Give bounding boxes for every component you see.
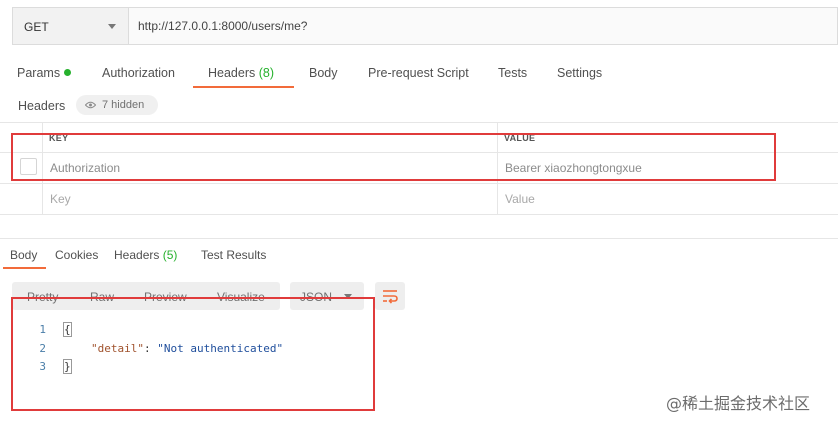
params-status-dot-icon <box>64 69 72 76</box>
wrap-lines-button[interactable] <box>375 282 405 310</box>
tab-headers-count: (8) <box>258 66 275 80</box>
tab-settings[interactable]: Settings <box>557 66 602 80</box>
tab-headers[interactable]: Headers (8) <box>208 66 274 80</box>
hidden-headers-label: 7 hidden <box>102 99 145 111</box>
tab-response-headers[interactable]: Headers (5) <box>114 248 177 262</box>
url-input[interactable]: http://127.0.0.1:8000/users/me? <box>138 19 307 33</box>
tab-response-headers-count: (5) <box>162 248 178 262</box>
new-header-key-input[interactable]: Key <box>50 192 71 206</box>
tab-tests[interactable]: Tests <box>498 66 527 80</box>
request-url-bar: GET http://127.0.0.1:8000/users/me? <box>12 7 838 45</box>
chevron-down-icon <box>108 24 116 29</box>
new-header-value-input[interactable]: Value <box>505 192 535 206</box>
method-label: GET <box>24 20 49 34</box>
table-divider <box>0 214 838 215</box>
headers-section-title: Headers <box>18 99 66 113</box>
tab-response-body[interactable]: Body <box>10 248 37 262</box>
tab-body[interactable]: Body <box>309 66 338 80</box>
tab-headers-label: Headers <box>208 66 256 80</box>
hidden-headers-toggle[interactable]: 7 hidden <box>76 95 158 115</box>
wrap-lines-icon <box>383 290 398 304</box>
tab-response-headers-label: Headers <box>114 248 160 262</box>
method-select[interactable]: GET <box>13 8 129 44</box>
tab-response-cookies[interactable]: Cookies <box>55 248 98 262</box>
table-divider <box>0 122 838 123</box>
tab-authorization[interactable]: Authorization <box>102 66 175 80</box>
eye-icon <box>85 101 96 109</box>
table-divider <box>0 183 838 184</box>
watermark: @稀土掘金技术社区 <box>666 394 811 413</box>
annotation-highlight-box <box>11 133 776 181</box>
active-response-tab-underline <box>3 267 46 269</box>
tab-pre-request-script[interactable]: Pre-request Script <box>368 66 469 80</box>
active-tab-underline <box>193 86 294 88</box>
response-divider <box>0 238 838 239</box>
tab-params-label: Params <box>17 66 61 80</box>
annotation-highlight-box <box>11 297 375 411</box>
tab-params[interactable]: Params <box>17 66 72 80</box>
tab-test-results[interactable]: Test Results <box>201 248 266 262</box>
